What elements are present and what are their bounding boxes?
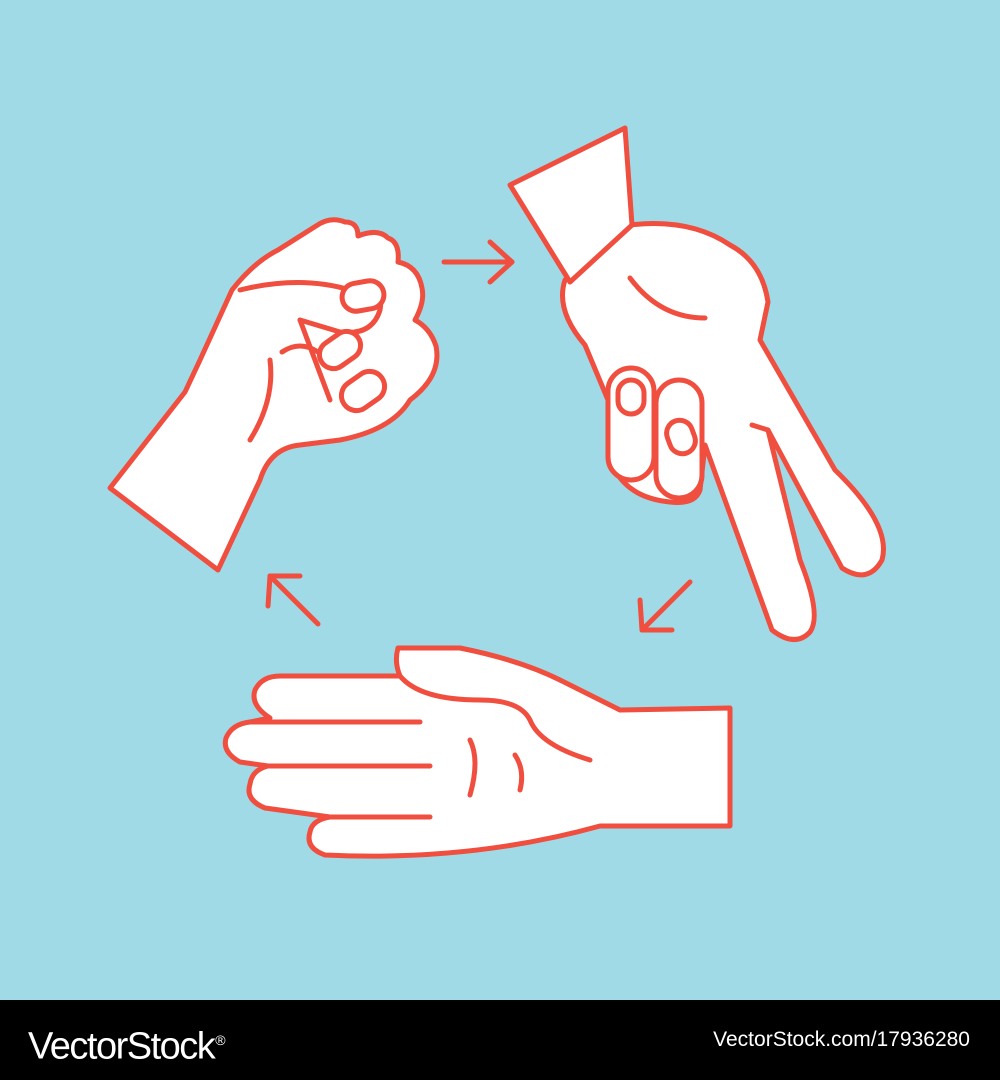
vectorstock-logo: VectorStock® bbox=[28, 1012, 226, 1075]
image-id: VectorStock.com/17936280 bbox=[713, 1028, 970, 1051]
registered-mark: ® bbox=[215, 1032, 226, 1048]
logo-text: VectorStock bbox=[28, 1025, 216, 1068]
illustration bbox=[0, 0, 1000, 1000]
footer-bar: VectorStock® VectorStock.com/17936280 bbox=[0, 1000, 1000, 1080]
